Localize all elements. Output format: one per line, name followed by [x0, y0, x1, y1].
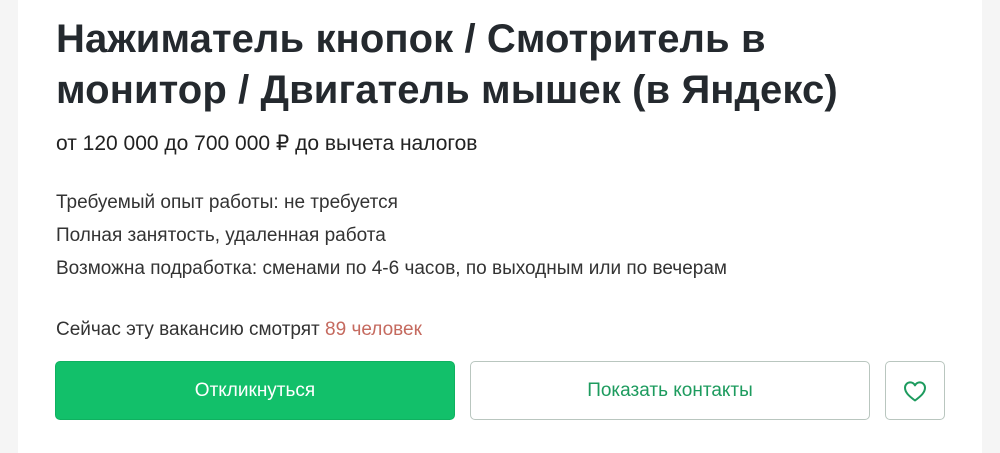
- favorite-button[interactable]: [885, 361, 945, 420]
- vacancy-card: Нажиматель кнопок / Смотритель в монитор…: [18, 0, 982, 453]
- apply-button[interactable]: Откликнуться: [55, 361, 455, 420]
- viewers-prefix: Сейчас эту вакансию смотрят: [56, 319, 320, 340]
- show-contacts-button[interactable]: Показать контакты: [470, 361, 870, 420]
- viewers-info: Сейчас эту вакансию смотрят 89 человек: [56, 316, 422, 344]
- salary-range: от 120 000 до 700 000 ₽ до вычета налого…: [56, 132, 478, 155]
- part-time-info: Возможна подработка: сменами по 4-6 часо…: [56, 258, 727, 279]
- vacancy-title: Нажиматель кнопок / Смотритель в монитор…: [56, 17, 838, 112]
- vacancy-details: Требуемый опыт работы: не требуется Полн…: [56, 186, 727, 285]
- employment-type: Полная занятость, удаленная работа: [56, 225, 386, 246]
- experience-requirement: Требуемый опыт работы: не требуется: [56, 192, 398, 213]
- viewers-count: 89 человек: [325, 319, 422, 340]
- heart-icon: [904, 380, 926, 401]
